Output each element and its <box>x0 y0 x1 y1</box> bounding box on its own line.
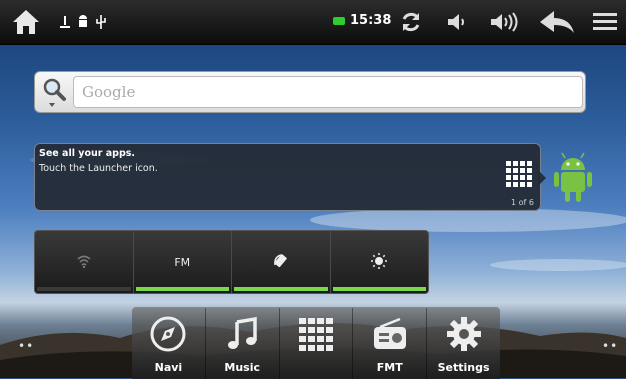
tip-body: Touch the Launcher icon. <box>39 163 158 174</box>
sync-icon[interactable] <box>394 0 428 44</box>
google-search-widget[interactable]: Google <box>34 71 586 113</box>
volume-down-icon[interactable] <box>443 0 473 44</box>
search-placeholder: Google <box>82 83 136 101</box>
dock-label: Navi <box>154 361 183 374</box>
dock-label: Music <box>224 361 260 374</box>
usb-icon <box>94 0 108 44</box>
chevron-down-icon[interactable] <box>49 103 55 107</box>
brightness-toggle[interactable] <box>331 231 429 293</box>
dock-item-fmt[interactable]: FMT <box>353 308 428 379</box>
gear-icon <box>444 314 484 358</box>
fm-toggle[interactable]: FM <box>134 231 232 293</box>
wifi-toggle[interactable] <box>35 231 134 293</box>
dock-item-music[interactable]: Music <box>206 308 280 379</box>
rotate-icon <box>272 252 290 273</box>
radio-icon <box>370 314 410 358</box>
launcher-tip-card[interactable]: See all your apps. Touch the Launcher ic… <box>34 143 541 211</box>
wifi-indicator <box>37 287 131 291</box>
search-input[interactable]: Google <box>73 76 583 108</box>
tip-page-indicator: 1 of 6 <box>511 198 534 207</box>
rotate-toggle[interactable] <box>232 231 331 293</box>
rotate-indicator <box>234 287 328 291</box>
page-indicator-left[interactable]: •• <box>18 339 34 353</box>
wifi-icon <box>76 253 92 272</box>
clock: 15:38 <box>350 13 392 28</box>
fm-label: FM <box>174 255 191 269</box>
app-grid-icon <box>296 314 336 358</box>
tip-title: See all your apps. <box>39 148 136 159</box>
tip-pointer <box>538 170 546 186</box>
brightness-icon <box>370 252 388 273</box>
dock-item-launcher[interactable] <box>280 308 354 379</box>
battery-icon <box>333 17 345 25</box>
fm-indicator <box>135 287 229 291</box>
music-note-icon <box>222 314 262 358</box>
dock-item-navi[interactable]: Navi <box>132 308 206 379</box>
android-mascot-icon <box>553 152 593 208</box>
dock-label: FMT <box>376 361 403 374</box>
compass-icon <box>148 314 188 358</box>
page-indicator-right[interactable]: •• <box>602 339 618 353</box>
dock-item-settings[interactable]: Settings <box>427 308 500 379</box>
launcher-grid-icon <box>506 161 532 187</box>
dock-label: Settings <box>437 361 490 374</box>
status-bar: 15:38 <box>0 0 626 45</box>
app-dock: Navi Music FMT Settings <box>132 307 500 379</box>
android-icon <box>76 0 90 44</box>
volume-up-icon[interactable] <box>486 0 524 44</box>
back-icon[interactable] <box>536 0 578 44</box>
usb-debug-icon <box>58 0 72 44</box>
menu-icon[interactable] <box>590 0 620 44</box>
home-icon[interactable] <box>6 0 46 44</box>
brightness-indicator <box>332 287 426 291</box>
power-control-widget: FM <box>34 230 429 294</box>
